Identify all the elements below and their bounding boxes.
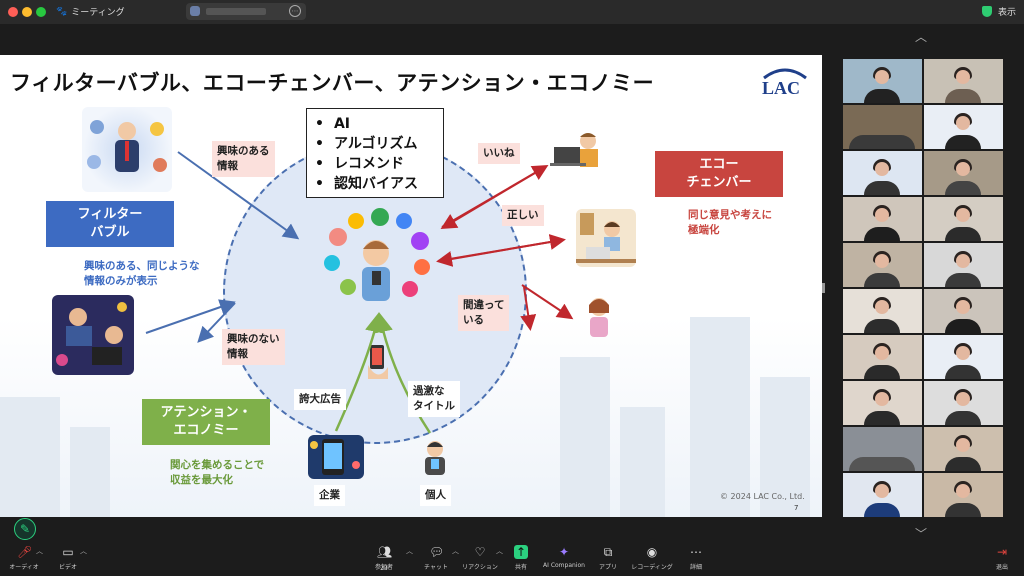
participant-tile[interactable]: [924, 59, 1003, 103]
zoom-window-button[interactable]: [36, 7, 46, 17]
more-icon[interactable]: ⋯: [289, 5, 301, 17]
exaggerated-ad-label: 誇大広告: [294, 389, 346, 410]
echo-chamber-note: 同じ意見や考えに 極端化: [688, 209, 772, 236]
attention-economy-box: アテンション・ エコノミー: [142, 399, 270, 445]
paw-icon: 🐾: [56, 6, 68, 17]
video-options-chevron-icon[interactable]: ︿: [80, 546, 87, 556]
participant-tile[interactable]: [924, 473, 1003, 517]
participant-tile[interactable]: [843, 381, 922, 425]
gallery-scroll-up-icon[interactable]: ︿: [915, 28, 927, 45]
participant-tile[interactable]: [843, 151, 922, 195]
close-window-button[interactable]: [8, 7, 18, 17]
like-label: いいね: [478, 143, 520, 164]
minimize-window-button[interactable]: [22, 7, 32, 17]
participant-tile[interactable]: [924, 289, 1003, 333]
participant-tile[interactable]: [924, 197, 1003, 241]
company-label: 企業: [314, 485, 345, 506]
interest-info-label: 興味のある 情報: [212, 141, 275, 177]
sparkle-icon: ✦: [558, 545, 570, 559]
annotate-pencil-button[interactable]: ✎: [14, 518, 36, 540]
view-button[interactable]: 表示: [998, 5, 1016, 18]
participant-tile[interactable]: [843, 335, 922, 379]
participant-tile[interactable]: [924, 151, 1003, 195]
title-bar: 🐾 ミーティング ⋯ 表示: [0, 0, 1024, 24]
participant-tile[interactable]: [843, 427, 922, 471]
blurred-meeting-id: [206, 8, 266, 15]
app-title: 🐾 ミーティング: [56, 6, 125, 19]
wrong-label: 間違って いる: [458, 295, 510, 331]
participant-tile[interactable]: [843, 289, 922, 333]
meeting-toolbar: 🎤︎ オーディオ ︿ ▭ ビデオ ︿ 👥︎23 参加者 ︿ 💬︎ チャット ︿ ♡ リアク…: [0, 540, 1024, 576]
participants-button[interactable]: 👥︎23 参加者: [354, 545, 414, 572]
filter-bubble-box: フィルター バブル: [46, 201, 174, 247]
leave-icon: ⇥: [996, 545, 1008, 559]
copyright: © 2024 LAC Co., Ltd.: [720, 492, 805, 501]
attention-economy-note: 関心を集めることで 収益を最大化: [170, 459, 265, 486]
participant-tile[interactable]: [924, 105, 1003, 149]
participant-tile[interactable]: [924, 381, 1003, 425]
radical-title-label: 過激な タイトル: [408, 381, 460, 417]
participant-tile[interactable]: [843, 105, 922, 149]
share-arrow-icon: ↑: [514, 545, 528, 559]
meeting-id-icon: [190, 6, 200, 16]
more-dots-icon: ⋯: [690, 545, 702, 559]
participant-tile[interactable]: [843, 197, 922, 241]
apps-icon: ⧉: [603, 545, 613, 559]
muted-microphone-icon: 🎤︎: [17, 545, 33, 559]
heart-icon: ♡: [474, 545, 486, 559]
no-interest-info-label: 興味のない 情報: [222, 329, 285, 365]
more-button[interactable]: ⋯ 詳細: [666, 545, 726, 571]
participants-icon: 👥︎23: [377, 545, 393, 572]
participant-tile[interactable]: [843, 59, 922, 103]
participant-tile[interactable]: [924, 335, 1003, 379]
security-shield-icon[interactable]: [981, 6, 992, 17]
page-number: 7: [794, 504, 799, 512]
participant-tile[interactable]: [843, 473, 922, 517]
leave-button[interactable]: ⇥ 退出: [972, 545, 1024, 571]
participant-tile[interactable]: [924, 243, 1003, 287]
panel-resize-handle[interactable]: [822, 283, 825, 293]
video-button[interactable]: ▭ ビデオ: [38, 545, 98, 571]
filter-bubble-note: 興味のある、同じような 情報のみが表示: [84, 260, 200, 287]
shared-slide: フィルターバブル、エコーチェンバー、アテンション・エコノミー LAC AI アル…: [0, 55, 822, 517]
meeting-info-pill[interactable]: ⋯: [186, 3, 306, 20]
participant-tile[interactable]: [924, 427, 1003, 471]
participant-tile[interactable]: [843, 243, 922, 287]
individual-label: 個人: [420, 485, 451, 506]
video-camera-icon: ▭: [62, 545, 74, 559]
echo-chamber-box: エコー チェンバー: [655, 151, 783, 197]
chat-icon: 💬︎: [429, 545, 445, 559]
correct-label: 正しい: [502, 205, 544, 226]
record-icon: ◉: [646, 545, 658, 559]
